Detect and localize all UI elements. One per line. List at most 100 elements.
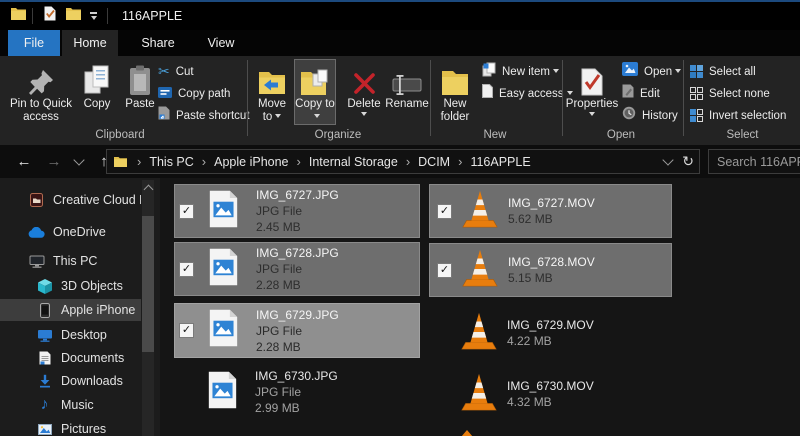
select-group-label: Select [685, 129, 800, 141]
chevron-right-icon [194, 153, 214, 171]
file-explorer-window: 116APPLE File Home Share View Pin to Qui… [0, 0, 800, 436]
tab-view[interactable]: View [198, 30, 244, 56]
sidebar-item-desktop[interactable]: Desktop [0, 324, 141, 346]
dropdown-caret-icon [553, 69, 559, 73]
cut-label: Cut [176, 66, 194, 78]
pin-icon [28, 60, 54, 96]
copy-to-button[interactable]: Copy to [294, 59, 336, 125]
sidebar-item-creative-cloud-files[interactable]: Creative Cloud Files [0, 189, 141, 211]
breadcrumb-internal-storage[interactable]: Internal Storage [309, 155, 398, 169]
scroll-up-icon [143, 185, 153, 195]
pin-to-quick-access-button[interactable]: Pin to Quick access [8, 59, 74, 125]
paste-button[interactable]: Paste [120, 59, 160, 112]
tab-home[interactable]: Home [62, 30, 118, 56]
file-tile-img-6729-jpg[interactable]: IMG_6729.JPG JPG File 2.28 MB [174, 303, 420, 358]
dropdown-caret-icon [589, 112, 595, 116]
chevron-right-icon [450, 153, 470, 171]
sidebar-item-label: 3D Objects [61, 279, 123, 293]
file-tile-img-6730-mov[interactable]: IMG_6730.MOV 4.32 MB [429, 366, 672, 422]
file-checkbox[interactable] [179, 262, 194, 277]
breadcrumb-116apple[interactable]: 116APPLE [470, 155, 530, 169]
qat-customize-button[interactable] [90, 12, 97, 20]
paste-shortcut-button[interactable]: Paste shortcut [158, 105, 250, 126]
edit-label: Edit [640, 88, 660, 100]
sidebar-item-label: Pictures [61, 422, 106, 436]
breadcrumb-dcim[interactable]: DCIM [418, 155, 450, 169]
qat-new-folder-button[interactable] [66, 7, 81, 25]
select-all-button[interactable]: Select all [690, 61, 756, 82]
new-folder-button[interactable]: New folder [436, 59, 474, 125]
sidebar-item-downloads[interactable]: Downloads [0, 370, 141, 392]
address-bar[interactable]: This PC Apple iPhone Internal Storage DC… [106, 149, 700, 174]
file-tile-img-6728-mov[interactable]: IMG_6728.MOV 5.15 MB [429, 243, 672, 297]
sidebar-item-apple-iphone[interactable]: Apple iPhone [0, 299, 141, 321]
vlc-cone-icon [458, 370, 500, 419]
main-area: Creative Cloud Files OneDrive This PC 3D… [0, 178, 800, 436]
file-checkbox[interactable] [179, 204, 194, 219]
sidebar-item-documents[interactable]: Documents [0, 347, 141, 369]
edit-icon [622, 84, 634, 103]
forward-button[interactable]: → [44, 153, 64, 170]
select-all-label: Select all [709, 66, 756, 78]
dropdown-caret-icon [361, 112, 367, 116]
rename-button[interactable]: Rename [386, 59, 428, 112]
easy-access-button[interactable]: Easy access [482, 83, 573, 104]
paste-shortcut-icon [158, 106, 170, 125]
properties-button[interactable]: Properties [567, 59, 617, 117]
sidebar-item-music[interactable]: Music [0, 394, 141, 416]
tab-share[interactable]: Share [134, 30, 182, 56]
move-to-button[interactable]: Move to [252, 59, 292, 125]
sidebar-item-3d-objects[interactable]: 3D Objects [0, 275, 141, 297]
address-dropdown-button[interactable] [664, 160, 672, 164]
sidebar-item-label: Desktop [61, 328, 107, 342]
search-input[interactable] [709, 155, 800, 169]
file-tile-img-6730-jpg[interactable]: IMG_6730.JPG JPG File 2.99 MB [174, 364, 420, 420]
breadcrumb-this-pc[interactable]: This PC [149, 155, 193, 169]
file-checkbox[interactable] [437, 263, 452, 278]
scissors-icon [158, 63, 170, 81]
scrollbar-thumb[interactable] [142, 216, 154, 352]
file-tile-img-6727-mov[interactable]: IMG_6727.MOV 5.62 MB [429, 184, 672, 238]
delete-button[interactable]: Delete [342, 59, 386, 117]
back-button[interactable]: ← [14, 153, 34, 170]
cut-button[interactable]: Cut [158, 61, 194, 82]
chevron-right-icon [398, 153, 418, 171]
invert-selection-icon [690, 109, 703, 122]
file-tile-img-6728-jpg[interactable]: IMG_6728.JPG JPG File 2.28 MB [174, 242, 420, 296]
refresh-button[interactable] [682, 153, 694, 171]
qat-properties-button[interactable] [44, 6, 56, 26]
pin-to-quick-access-label: Pin to Quick access [9, 98, 73, 124]
sidebar-item-this-pc[interactable]: This PC [0, 250, 141, 272]
open-button[interactable]: Open [622, 61, 681, 82]
file-checkbox[interactable] [179, 323, 194, 338]
file-tile-img-6729-mov[interactable]: IMG_6729.MOV 4.22 MB [429, 306, 672, 360]
invert-selection-button[interactable]: Invert selection [690, 105, 786, 126]
sidebar-item-onedrive[interactable]: OneDrive [0, 221, 141, 243]
breadcrumb-apple-iphone[interactable]: Apple iPhone [214, 155, 288, 169]
edit-button[interactable]: Edit [622, 83, 660, 104]
sidebar-item-label: This PC [53, 254, 97, 268]
copy-button[interactable]: Copy [76, 59, 118, 112]
recent-locations-button[interactable] [72, 160, 86, 164]
history-icon [622, 106, 636, 125]
tab-file[interactable]: File [8, 30, 60, 56]
ribbon-separator [430, 60, 431, 136]
sidebar-item-pictures[interactable]: Pictures [0, 418, 141, 436]
ribbon-separator [683, 60, 684, 136]
file-name: IMG_6727.JPG [256, 187, 339, 203]
jpg-file-icon [208, 308, 239, 353]
open-group-label: Open [560, 129, 682, 141]
vlc-cone-icon-partial [461, 430, 473, 436]
file-checkbox[interactable] [437, 204, 452, 219]
file-name: IMG_6728.MOV [508, 254, 595, 270]
delete-icon [352, 60, 377, 96]
select-none-button[interactable]: Select none [690, 83, 770, 104]
sidebar-scrollbar[interactable] [142, 180, 154, 436]
history-button[interactable]: History [622, 105, 678, 126]
file-tile-img-6727-jpg[interactable]: IMG_6727.JPG JPG File 2.45 MB [174, 184, 420, 238]
new-group-label: New [430, 129, 560, 141]
new-item-button[interactable]: New item [482, 61, 559, 82]
new-folder-label: New folder [437, 98, 473, 124]
file-size: 4.22 MB [507, 333, 594, 349]
copy-path-button[interactable]: Copy path [158, 83, 230, 104]
